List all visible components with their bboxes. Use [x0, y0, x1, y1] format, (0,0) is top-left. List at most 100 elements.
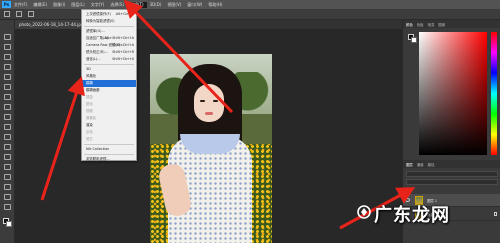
layers-panel-tabs: 图层 通道 路径 [403, 160, 500, 168]
filter-menu-item-shortcut: Shift+Ctrl+X [112, 57, 134, 61]
type-tool-icon[interactable] [4, 184, 11, 190]
filter-menu-item-shortcut: Alt+Ctrl+F [115, 12, 134, 16]
filter-menu-item[interactable]: 滤镜库(G)... [82, 28, 136, 35]
filter-menu-item-label: 3D [86, 67, 91, 71]
filter-menu-item[interactable]: 渲染 [82, 122, 136, 129]
layers-panel-tab[interactable]: 图层 [406, 162, 413, 167]
menu-item[interactable]: 文字(Y) [88, 2, 108, 8]
filter-menu-item-label: 视频 [86, 109, 93, 113]
menu-separator [84, 144, 134, 145]
filter-menu-item-shortcut: Shift+Ctrl+A [112, 43, 134, 47]
history-brush-tool-icon[interactable] [4, 124, 11, 130]
filter-menu-item: 锐化 [82, 101, 136, 108]
layer-filter-field[interactable] [406, 171, 498, 177]
filter-menu-item[interactable]: 浏览联机滤镜... [82, 156, 136, 163]
filter-menu-item-shortcut: Alt+Shift+Ctrl+A [104, 36, 134, 40]
filter-menu-item-label: 像素化 [86, 116, 97, 120]
tools-panel [0, 20, 15, 243]
marquee-tool-icon[interactable] [4, 44, 11, 50]
layer-controls [406, 171, 498, 191]
menu-item[interactable]: 图层(L) [68, 2, 87, 8]
menu-separator [84, 154, 134, 155]
watermark-logo [357, 205, 371, 219]
clone-stamp-tool-icon[interactable] [4, 114, 11, 120]
filter-menu-item-label: 模糊画廊 [86, 88, 100, 92]
eyedropper-tool-icon[interactable] [4, 84, 11, 90]
blend-mode-select[interactable] [406, 179, 498, 185]
panel-tab[interactable]: 渐变 [428, 22, 435, 27]
menu-item[interactable]: 选择(S) [107, 2, 127, 8]
pen-tool-icon[interactable] [4, 174, 11, 180]
filter-menu-item[interactable]: Camera Raw 滤镜(C)... Shift+Ctrl+A [82, 42, 136, 49]
filter-menu-item: 其它 [82, 136, 136, 143]
hue-slider[interactable] [491, 32, 497, 155]
photo-left-eye [200, 100, 205, 102]
layers-panel-tab[interactable]: 通道 [417, 162, 424, 167]
filter-menu-item: 视频 [82, 108, 136, 115]
filter-menu-item-label: 液化(L)... [86, 57, 101, 61]
panel-tab[interactable]: 颜色 [406, 22, 413, 27]
auto-select-checkbox[interactable] [28, 11, 34, 17]
menu-item[interactable]: 帮助(H) [205, 2, 225, 8]
layers-panel-tab[interactable]: 路径 [428, 162, 435, 167]
filter-menu-item[interactable]: 模糊画廊 [82, 87, 136, 94]
home-icon[interactable] [4, 11, 10, 17]
menu-item[interactable]: 编辑(E) [30, 2, 50, 8]
filter-menu-item-label: 风格化 [86, 74, 97, 78]
panel-background-swatch[interactable] [411, 37, 417, 43]
filter-menu-item[interactable]: 镜头校正(R)... Shift+Ctrl+R [82, 49, 136, 56]
filter-menu-item-label: 浏览联机滤镜... [86, 157, 110, 161]
document-photo[interactable] [150, 54, 272, 243]
menu-item[interactable]: 窗口(W) [184, 2, 205, 8]
quick-select-tool-icon[interactable] [4, 64, 11, 70]
path-select-tool-icon[interactable] [4, 194, 11, 200]
crop-tool-icon[interactable] [4, 74, 11, 80]
filter-menu-item-label: 镜头校正(R)... [86, 50, 108, 54]
filter-menu-item-label: 其它 [86, 137, 93, 141]
dodge-tool-icon[interactable] [4, 164, 11, 170]
filter-menu-item[interactable]: 3D [82, 66, 136, 73]
panel-tab[interactable]: 色板 [417, 22, 424, 27]
eraser-tool-icon[interactable] [4, 134, 11, 140]
menu-separator [84, 26, 134, 27]
menu-item[interactable]: 滤镜(T) [127, 1, 147, 8]
lasso-tool-icon[interactable] [4, 54, 11, 60]
filter-menu-item[interactable]: 转换为智能滤镜(S) [82, 18, 136, 25]
watermark-text: 广东龙网 [374, 205, 450, 226]
filter-menu-item[interactable]: 上次滤镜操作(F) Alt+Ctrl+F [82, 11, 136, 18]
filter-menu-item-label: 扭曲 [86, 95, 93, 99]
filter-menu-item[interactable]: 自适应广角(A)... Alt+Shift+Ctrl+A [82, 35, 136, 42]
menu-item[interactable]: 视图(V) [164, 2, 184, 8]
document-tab-bar: photo_2022-06-18_14-17-44.jpg @ 33.3% (R… [15, 20, 402, 29]
blur-tool-icon[interactable] [4, 154, 11, 160]
brush-tool-icon[interactable] [4, 104, 11, 110]
filter-menu-item: 像素化 [82, 115, 136, 122]
menu-items: 文件(F) 编辑(E) 图像(I) 图层(L) 文字(Y) 选择(S) 滤镜(T) 3D(D)… [11, 1, 225, 8]
options-bar [0, 9, 500, 20]
filter-menu-item[interactable]: 液化(L)... Shift+Ctrl+X [82, 56, 136, 63]
filter-menu-item[interactable]: Nik Collection [82, 146, 136, 153]
background-color-swatch[interactable] [6, 221, 12, 227]
filter-menu-item[interactable]: 模糊 [82, 80, 136, 87]
menu-item[interactable]: 3D(D) [147, 2, 165, 8]
filter-menu-item-shortcut: Shift+Ctrl+R [112, 50, 134, 54]
filter-menu-item: 杂色 [82, 129, 136, 136]
hand-tool-icon[interactable] [4, 204, 11, 210]
filter-menu-item-label: 滤镜库(G)... [86, 29, 105, 33]
filter-menu-item[interactable]: 风格化 [82, 73, 136, 80]
menu-item[interactable]: 图像(I) [50, 2, 68, 8]
photo-right-eye [213, 100, 218, 102]
menu-bar: Ps 文件(F) 编辑(E) 图像(I) 图层(L) 文字(Y) 选择(S) 滤镜(T) 3D… [0, 0, 500, 9]
menu-item[interactable]: 文件(F) [11, 2, 30, 8]
filter-menu-item-label: 锐化 [86, 102, 93, 106]
healing-brush-tool-icon[interactable] [4, 94, 11, 100]
filter-menu-item-label: 模糊 [86, 81, 93, 85]
color-picker-field[interactable] [419, 32, 487, 155]
filter-menu-item-label: 上次滤镜操作(F) [86, 12, 111, 16]
panel-tab[interactable]: 图案 [438, 22, 445, 27]
filter-menu-dropdown: 上次滤镜操作(F) Alt+Ctrl+F 转换为智能滤镜(S) 滤镜库(G)... 自适… [81, 9, 137, 161]
move-tool-icon[interactable] [16, 11, 22, 17]
move-tool-icon[interactable] [4, 34, 11, 40]
filter-menu-item-label: 杂色 [86, 130, 93, 134]
gradient-tool-icon[interactable] [4, 144, 11, 150]
